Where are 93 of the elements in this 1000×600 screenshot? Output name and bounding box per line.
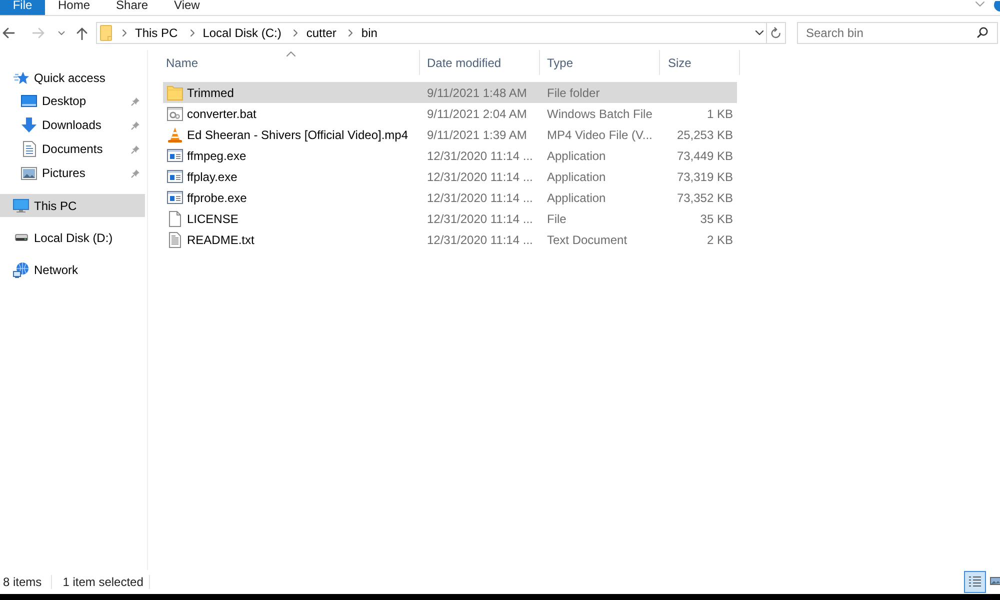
modified-date: 9/11/2021 2:04 AM bbox=[427, 106, 527, 120]
chevron-right-icon[interactable] bbox=[190, 29, 195, 37]
file-size: 35 KB bbox=[700, 212, 733, 226]
modified-date: 9/11/2021 1:48 AM bbox=[427, 86, 527, 100]
ribbon-tab[interactable]: View bbox=[161, 0, 213, 15]
file-name: converter.bat bbox=[187, 106, 256, 120]
modified-date: 12/31/2020 11:14 ... bbox=[427, 212, 533, 226]
ribbon-tab[interactable]: Home bbox=[45, 0, 104, 15]
column-header[interactable]: Size bbox=[660, 50, 740, 75]
sidebar-item[interactable]: Documents bbox=[0, 137, 145, 161]
file-row[interactable]: ffprobe.exe 12/31/2020 11:14 ... Application 73,352 KB bbox=[163, 187, 737, 208]
file-name: ffmpeg.exe bbox=[187, 148, 246, 162]
breadcrumb[interactable]: Local Disk (C:) bbox=[198, 24, 286, 42]
file-type: File folder bbox=[547, 86, 600, 100]
file-row[interactable]: converter.bat 9/11/2021 2:04 AM Windows Batch File 1 KB bbox=[163, 103, 737, 124]
chevron-right-icon[interactable] bbox=[293, 29, 298, 37]
modified-date: 12/31/2020 11:14 ... bbox=[427, 170, 533, 184]
file-name: README.txt bbox=[187, 232, 254, 246]
file-name: Ed Sheeran - Shivers [Official Video].mp4 bbox=[187, 128, 408, 142]
chevron-right-icon[interactable] bbox=[122, 29, 127, 37]
back-arrow-icon[interactable] bbox=[2, 27, 15, 39]
file-name: ffprobe.exe bbox=[187, 190, 247, 204]
help-icon[interactable] bbox=[993, 1, 1000, 12]
sidebar-item[interactable]: Network bbox=[0, 258, 145, 281]
file-type: Application bbox=[547, 190, 606, 204]
sidebar-item[interactable]: This PC bbox=[0, 194, 145, 217]
sidebar-item[interactable]: Local Disk (D:) bbox=[0, 226, 145, 249]
chevron-down-icon[interactable] bbox=[975, 1, 985, 7]
application-window-icon bbox=[167, 149, 183, 162]
address-bar[interactable]: This PC Local Disk (C:) cutter bin bbox=[96, 22, 786, 44]
column-header[interactable]: Date modified bbox=[420, 50, 540, 75]
modified-date: 12/31/2020 11:14 ... bbox=[427, 148, 533, 162]
application-window-icon bbox=[167, 191, 183, 204]
ribbon-tab[interactable]: Share bbox=[103, 0, 162, 15]
down-arrow-icon bbox=[21, 117, 37, 133]
dropdown-chevron-icon[interactable] bbox=[58, 30, 65, 36]
file-row[interactable]: README.txt 12/31/2020 11:14 ... Text Document 2 KB bbox=[163, 229, 737, 250]
folder-icon bbox=[167, 84, 183, 100]
modified-date: 9/11/2021 1:39 AM bbox=[427, 128, 527, 142]
file-type: Application bbox=[547, 170, 606, 184]
details-view-icon[interactable] bbox=[964, 571, 986, 593]
document-icon bbox=[22, 141, 36, 157]
breadcrumb[interactable]: This PC bbox=[131, 24, 182, 42]
chevron-right-icon[interactable] bbox=[348, 29, 354, 37]
file-size: 73,449 KB bbox=[676, 148, 733, 162]
blank-file-icon bbox=[169, 210, 181, 226]
up-arrow-icon[interactable] bbox=[76, 26, 88, 40]
sidebar-item[interactable]: Pictures bbox=[0, 161, 145, 185]
file-size: 73,319 KB bbox=[676, 170, 733, 184]
column-header[interactable]: Name bbox=[163, 50, 420, 75]
dropdown-chevron-icon[interactable] bbox=[755, 30, 764, 36]
file-name: Trimmed bbox=[187, 86, 234, 100]
file-type: Windows Batch File bbox=[547, 106, 652, 120]
folder-icon bbox=[100, 25, 112, 41]
selection-count: 1 item selected bbox=[62, 575, 144, 589]
search-icon[interactable] bbox=[977, 27, 988, 38]
file-name: LICENSE bbox=[187, 212, 238, 226]
file-row[interactable]: ffplay.exe 12/31/2020 11:14 ... Application 73,319 KB bbox=[163, 166, 737, 187]
text-file-icon bbox=[169, 232, 181, 248]
computer-icon bbox=[13, 198, 29, 212]
gear-window-icon bbox=[167, 106, 183, 120]
refresh-icon[interactable] bbox=[771, 27, 781, 39]
item-count: 8 items bbox=[3, 575, 42, 589]
traffic-cone-icon bbox=[167, 126, 183, 142]
sidebar-item[interactable]: Quick access bbox=[0, 66, 145, 89]
picture-icon bbox=[21, 166, 37, 180]
file-row[interactable]: Trimmed 9/11/2021 1:48 AM File folder bbox=[163, 82, 737, 103]
file-size: 2 KB bbox=[706, 232, 733, 246]
file-row[interactable]: ffmpeg.exe 12/31/2020 11:14 ... Application 73,449 KB bbox=[163, 145, 737, 166]
star-icon bbox=[13, 70, 29, 84]
file-type: Text Document bbox=[547, 232, 628, 246]
drive-icon bbox=[14, 234, 28, 241]
modified-date: 12/31/2020 11:14 ... bbox=[427, 232, 533, 246]
file-name: ffplay.exe bbox=[187, 170, 238, 184]
breadcrumb[interactable]: cutter bbox=[302, 24, 340, 42]
file-tab[interactable]: File bbox=[0, 0, 45, 15]
file-size: 1 KB bbox=[706, 106, 733, 120]
file-type: Application bbox=[547, 148, 606, 162]
sidebar-item[interactable]: Desktop bbox=[0, 89, 145, 113]
column-header[interactable]: Type bbox=[540, 50, 660, 75]
network-globe-icon bbox=[13, 262, 29, 278]
file-row[interactable]: Ed Sheeran - Shivers [Official Video].mp4 9/11/2021 1:39 AM MP4 Video File (V... 25,253 KB bbox=[163, 124, 737, 145]
sidebar-item[interactable]: Downloads bbox=[0, 113, 145, 137]
file-size: 73,352 KB bbox=[676, 190, 733, 204]
desktop-icon bbox=[21, 95, 37, 107]
file-row[interactable]: LICENSE 12/31/2020 11:14 ... File 35 KB bbox=[163, 208, 737, 229]
file-type: File bbox=[547, 212, 566, 226]
file-type: MP4 Video File (V... bbox=[547, 128, 652, 142]
modified-date: 12/31/2020 11:14 ... bbox=[427, 190, 533, 204]
search-field[interactable]: Search bin bbox=[797, 22, 998, 44]
breadcrumb[interactable]: bin bbox=[357, 24, 382, 42]
file-size: 25,253 KB bbox=[676, 128, 733, 142]
application-window-icon bbox=[167, 170, 183, 183]
